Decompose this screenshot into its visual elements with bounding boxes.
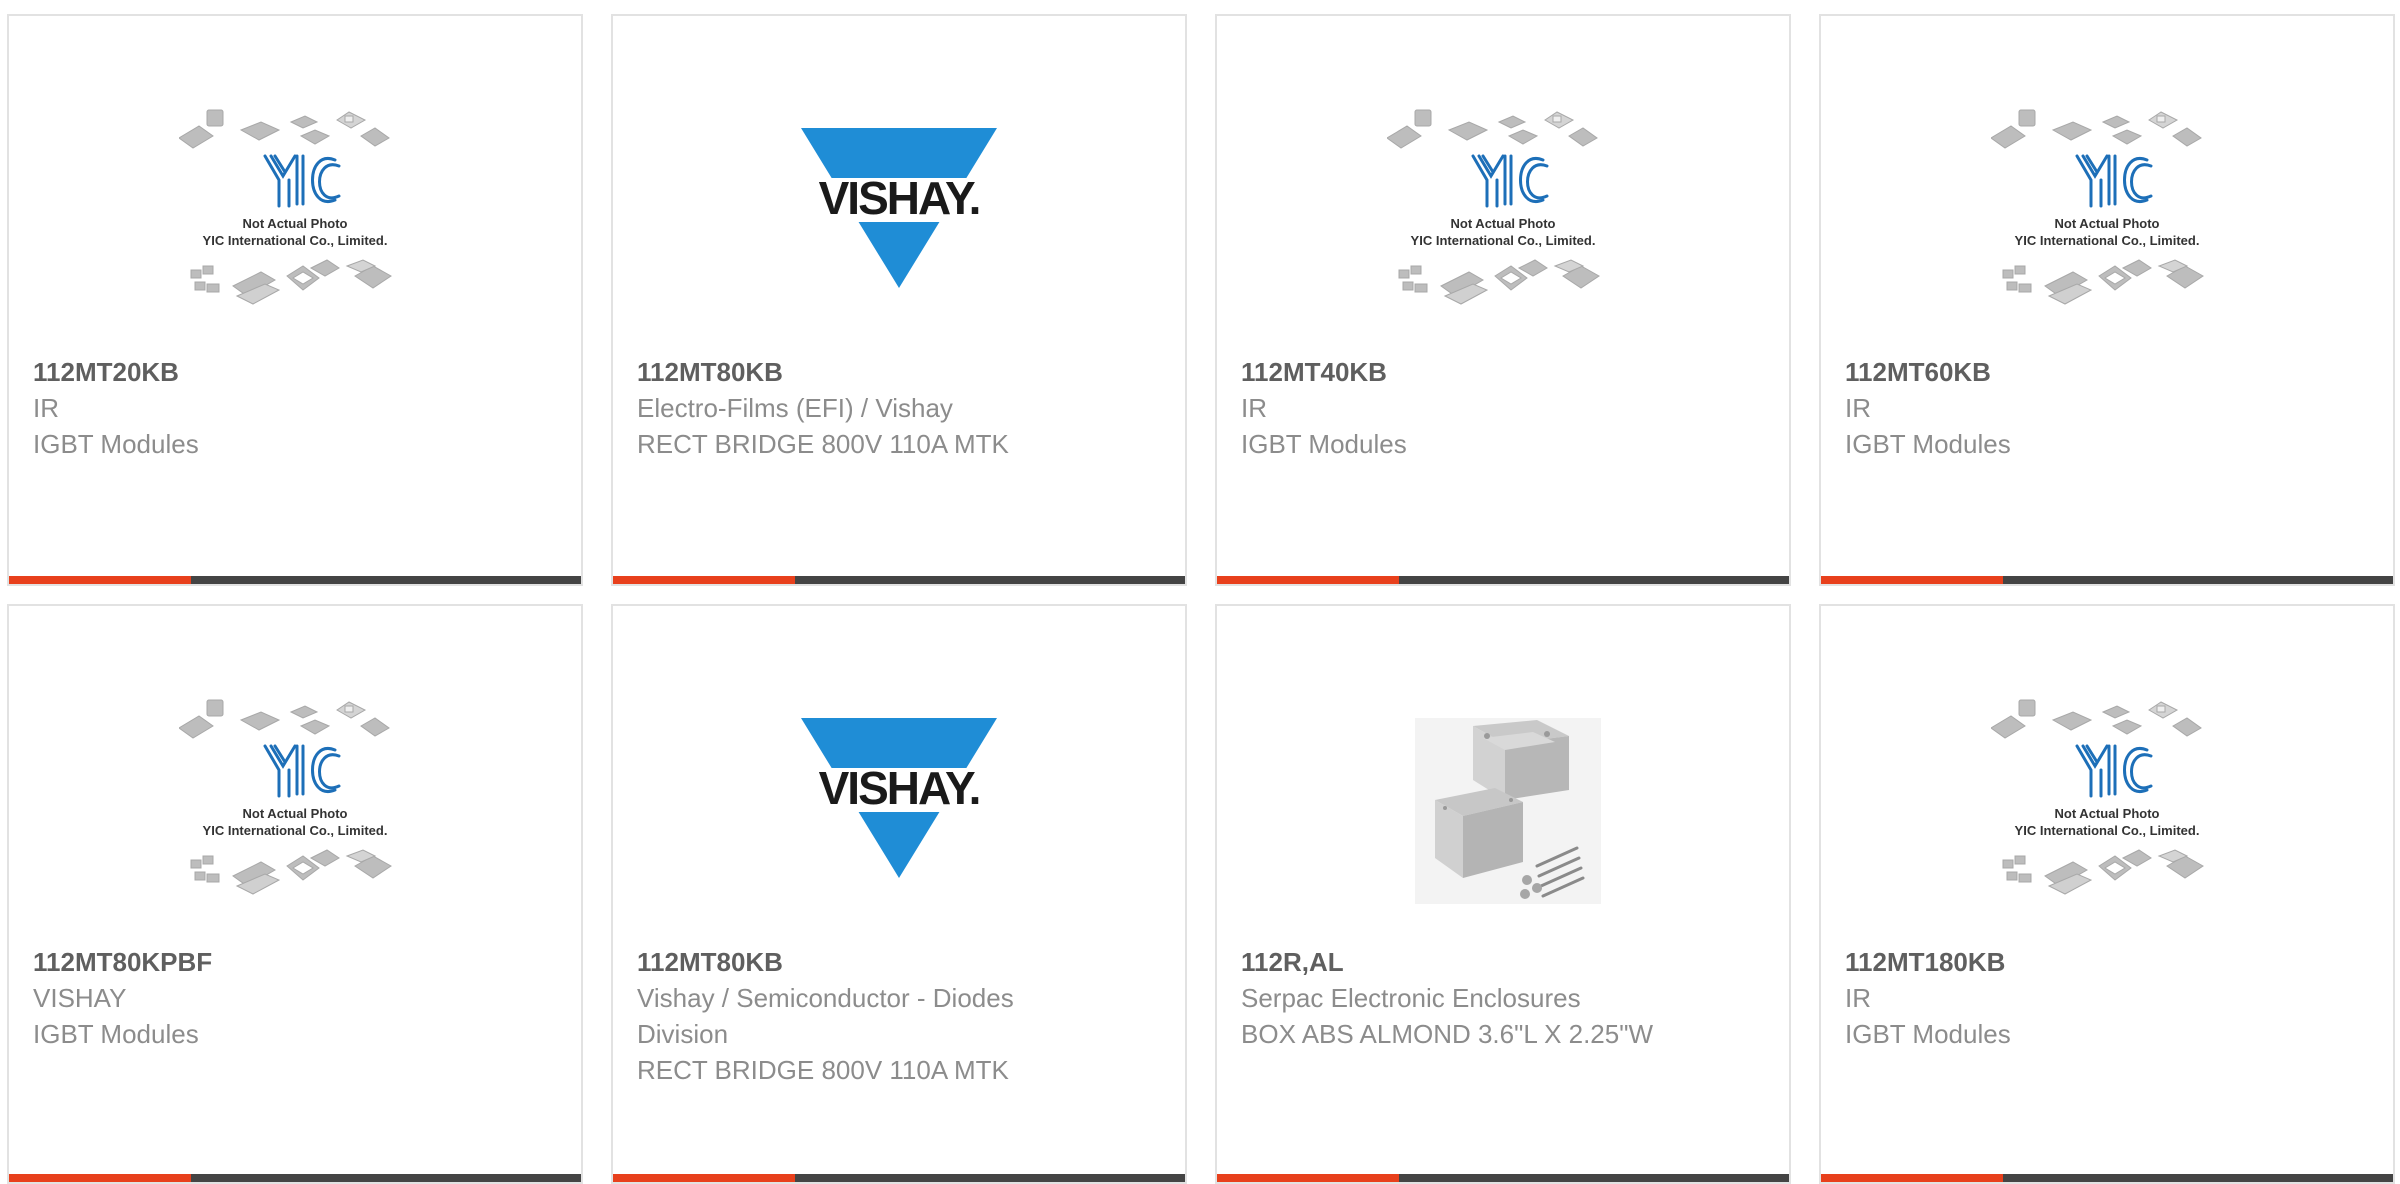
card-footer-bar bbox=[9, 576, 581, 584]
placeholder-line-1: Not Actual Photo bbox=[1451, 216, 1556, 231]
vishay-logo-image[interactable]: VISHAY. bbox=[783, 100, 1015, 332]
product-card[interactable]: Not Actual Photo YIC International Co., … bbox=[1819, 604, 2395, 1184]
product-description: RECT BRIDGE 800V 110A MTK bbox=[637, 1055, 1009, 1085]
part-number-link[interactable]: 112MT40KB bbox=[1241, 354, 1711, 390]
yic-placeholder-image[interactable]: Not Actual Photo YIC International Co., … bbox=[179, 100, 411, 332]
product-card[interactable]: Not Actual Photo YIC International Co., … bbox=[1819, 14, 2395, 586]
yic-placeholder-image[interactable]: Not Actual Photo YIC International Co., … bbox=[179, 690, 411, 922]
placeholder-line-2: YIC International Co., Limited. bbox=[2015, 233, 2200, 248]
part-number-link[interactable]: 112MT80KB bbox=[637, 944, 1107, 980]
part-number-link[interactable]: 112MT80KPBF bbox=[33, 944, 503, 980]
product-card[interactable]: 112R,AL Serpac Electronic Enclosures BOX A… bbox=[1215, 604, 1791, 1184]
card-footer-bar bbox=[9, 1174, 581, 1182]
product-description: IGBT Modules bbox=[33, 429, 199, 459]
product-info: 112MT80KB Vishay / Semiconductor - Diodes… bbox=[637, 944, 1107, 1088]
product-description: BOX ABS ALMOND 3.6"L X 2.25"W bbox=[1241, 1019, 1654, 1049]
product-description: IGBT Modules bbox=[1241, 429, 1407, 459]
part-number-link[interactable]: 112R,AL bbox=[1241, 944, 1711, 980]
product-grid: Not Actual Photo YIC International Co., … bbox=[0, 0, 2400, 1184]
product-card[interactable]: VISHAY. 112MT80KB Vishay / Semiconductor … bbox=[611, 604, 1187, 1184]
manufacturer-name: IR bbox=[1845, 983, 1871, 1013]
card-footer-bar bbox=[1217, 1174, 1789, 1182]
card-accent-stripe bbox=[613, 1174, 795, 1182]
placeholder-line-1: Not Actual Photo bbox=[243, 216, 348, 231]
card-accent-stripe bbox=[1217, 576, 1399, 584]
product-info: 112MT20KB IR IGBT Modules bbox=[33, 354, 503, 462]
manufacturer-name: IR bbox=[1241, 393, 1267, 423]
card-accent-stripe bbox=[1217, 1174, 1399, 1182]
card-footer-bar bbox=[1217, 576, 1789, 584]
manufacturer-name: IR bbox=[1845, 393, 1871, 423]
card-accent-stripe bbox=[613, 576, 795, 584]
product-description: IGBT Modules bbox=[1845, 1019, 2011, 1049]
yic-placeholder-image[interactable]: Not Actual Photo YIC International Co., … bbox=[1991, 100, 2223, 332]
card-accent-stripe bbox=[1821, 1174, 2003, 1182]
manufacturer-name: Electro-Films (EFI) / Vishay bbox=[637, 393, 953, 423]
product-card[interactable]: Not Actual Photo YIC International Co., … bbox=[7, 14, 583, 586]
product-card[interactable]: Not Actual Photo YIC International Co., … bbox=[7, 604, 583, 1184]
product-info: 112MT60KB IR IGBT Modules bbox=[1845, 354, 2315, 462]
product-card[interactable]: Not Actual Photo YIC International Co., … bbox=[1215, 14, 1791, 586]
manufacturer-name: VISHAY bbox=[33, 983, 127, 1013]
placeholder-line-2: YIC International Co., Limited. bbox=[203, 233, 388, 248]
product-info: 112MT180KB IR IGBT Modules bbox=[1845, 944, 2315, 1052]
part-number-link[interactable]: 112MT80KB bbox=[637, 354, 1107, 390]
card-footer-bar bbox=[1821, 1174, 2393, 1182]
vishay-logo-image[interactable]: VISHAY. bbox=[783, 690, 1015, 922]
card-footer-bar bbox=[613, 1174, 1185, 1182]
product-description: IGBT Modules bbox=[1845, 429, 2011, 459]
yic-placeholder-image[interactable]: Not Actual Photo YIC International Co., … bbox=[1387, 100, 1619, 332]
product-info: 112MT80KB Electro-Films (EFI) / Vishay REC… bbox=[637, 354, 1107, 462]
vishay-logo-text: VISHAY. bbox=[819, 172, 980, 224]
product-info: 112MT80KPBF VISHAY IGBT Modules bbox=[33, 944, 503, 1052]
card-accent-stripe bbox=[9, 1174, 191, 1182]
manufacturer-name: IR bbox=[33, 393, 59, 423]
part-number-link[interactable]: 112MT180KB bbox=[1845, 944, 2315, 980]
product-description: RECT BRIDGE 800V 110A MTK bbox=[637, 429, 1009, 459]
placeholder-line-1: Not Actual Photo bbox=[2055, 216, 2160, 231]
product-info: 112MT40KB IR IGBT Modules bbox=[1241, 354, 1711, 462]
card-accent-stripe bbox=[1821, 576, 2003, 584]
placeholder-line-2: YIC International Co., Limited. bbox=[2015, 823, 2200, 838]
part-number-link[interactable]: 112MT20KB bbox=[33, 354, 503, 390]
vishay-logo-text: VISHAY. bbox=[819, 762, 980, 814]
placeholder-line-2: YIC International Co., Limited. bbox=[1411, 233, 1596, 248]
card-accent-stripe bbox=[9, 576, 191, 584]
product-card[interactable]: VISHAY. 112MT80KB Electro-Films (EFI) / V… bbox=[611, 14, 1187, 586]
product-description: IGBT Modules bbox=[33, 1019, 199, 1049]
product-info: 112R,AL Serpac Electronic Enclosures BOX A… bbox=[1241, 944, 1711, 1052]
enclosure-product-image[interactable] bbox=[1387, 690, 1619, 922]
manufacturer-name: Serpac Electronic Enclosures bbox=[1241, 983, 1581, 1013]
placeholder-line-1: Not Actual Photo bbox=[2055, 806, 2160, 821]
manufacturer-name: Vishay / Semiconductor - Diodes Division bbox=[637, 983, 1014, 1049]
placeholder-line-2: YIC International Co., Limited. bbox=[203, 823, 388, 838]
part-number-link[interactable]: 112MT60KB bbox=[1845, 354, 2315, 390]
card-footer-bar bbox=[613, 576, 1185, 584]
placeholder-line-1: Not Actual Photo bbox=[243, 806, 348, 821]
card-footer-bar bbox=[1821, 576, 2393, 584]
yic-placeholder-image[interactable]: Not Actual Photo YIC International Co., … bbox=[1991, 690, 2223, 922]
